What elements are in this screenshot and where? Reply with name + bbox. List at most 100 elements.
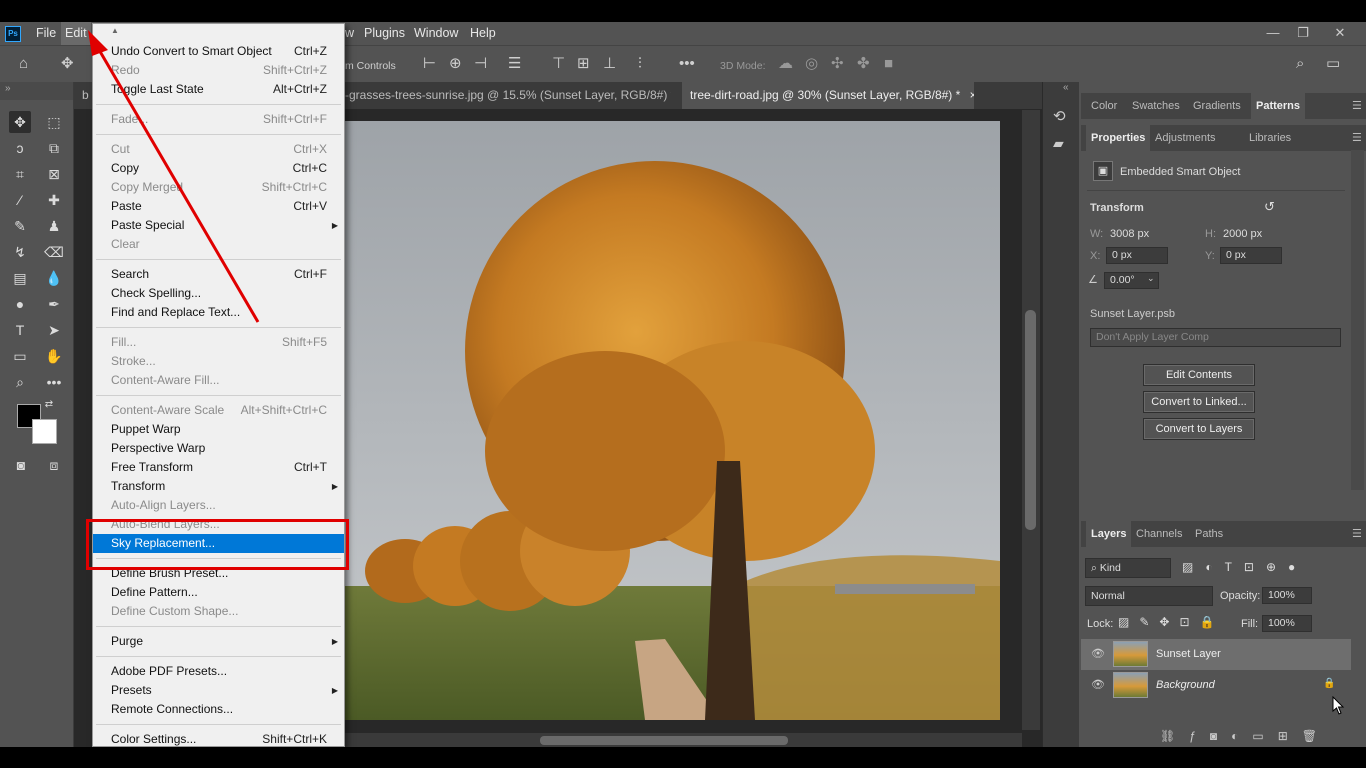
tab-document-3[interactable]: tree-dirt-road.jpg @ 30% (Sunset Layer, … [682, 82, 974, 109]
reset-transform-icon[interactable]: ↺ [1264, 199, 1275, 215]
lasso-tool-icon[interactable]: ↄ [9, 137, 31, 159]
menu-help[interactable]: Help [466, 22, 500, 45]
menu-file[interactable]: File [32, 22, 60, 45]
distribute-v-icon[interactable]: ⫶ [638, 55, 642, 73]
more-tools-icon[interactable]: ••• [43, 371, 65, 393]
photoshop-logo-icon[interactable]: Ps [5, 26, 21, 42]
menu-item-presets[interactable]: Presets ▶ [93, 681, 344, 700]
menu-item-copy[interactable]: Copy Ctrl+C [93, 159, 344, 178]
tab-paths[interactable]: Paths [1190, 521, 1228, 547]
menu-item-transform[interactable]: Transform ▶ [93, 477, 344, 496]
menu-item-copy-merged[interactable]: Copy Merged Shift+Ctrl+C [93, 178, 344, 197]
menu-item-cut[interactable]: Cut Ctrl+X [93, 140, 344, 159]
properties-scrollbar[interactable] [1351, 150, 1364, 490]
restore-icon[interactable]: ❐ [1288, 22, 1318, 45]
vertical-scroll-thumb[interactable] [1025, 310, 1036, 530]
menu-item-stroke[interactable]: Stroke... [93, 352, 344, 371]
path-select-tool-icon[interactable]: ➤ [43, 319, 65, 341]
clone-stamp-tool-icon[interactable]: ♟ [43, 215, 65, 237]
tab-properties[interactable]: Properties [1086, 125, 1151, 151]
move-tool-icon[interactable]: ✥ [61, 55, 74, 73]
menu-item-remote-connections[interactable]: Remote Connections... [93, 700, 344, 719]
minimize-icon[interactable]: — [1258, 22, 1288, 45]
menu-item-fade[interactable]: Fade... Shift+Ctrl+F [93, 110, 344, 129]
collapse-panels-icon[interactable]: « [1063, 82, 1069, 93]
x-input[interactable]: 0 px [1106, 247, 1168, 264]
type-tool-icon[interactable]: T [9, 319, 31, 341]
layer-row-sunset[interactable]: 👁 Sunset Layer [1081, 639, 1351, 670]
quick-mask-icon[interactable]: ◙ [10, 454, 32, 476]
search-icon[interactable]: ⌕ [1296, 55, 1304, 73]
tab-channels[interactable]: Channels [1131, 521, 1187, 547]
menu-item-puppet-warp[interactable]: Puppet Warp [93, 420, 344, 439]
menu-item-color-settings[interactable]: Color Settings... Shift+Ctrl+K [93, 730, 344, 746]
comments-icon[interactable]: ▰ [1053, 135, 1064, 152]
menu-item-toggle-last-state[interactable]: Toggle Last State Alt+Ctrl+Z [93, 80, 344, 99]
visibility-eye-icon[interactable]: 👁 [1091, 647, 1105, 660]
menu-edit[interactable]: Edit [61, 22, 91, 45]
pen-tool-icon[interactable]: ✒ [43, 293, 65, 315]
chevron-down-icon[interactable]: ⌄ [1147, 273, 1155, 284]
more-options-icon[interactable]: ••• [679, 55, 695, 73]
crop-tool-icon[interactable]: ⌗ [9, 163, 31, 185]
collapse-toolbar-icon[interactable]: » [5, 83, 11, 94]
menu-item-fill[interactable]: Fill... Shift+F5 [93, 333, 344, 352]
canvas-image-tree-dirt-road[interactable] [345, 121, 1000, 720]
convert-to-layers-button[interactable]: Convert to Layers [1143, 418, 1255, 440]
align-hcenter-icon[interactable]: ⊕ [449, 55, 462, 73]
align-left-icon[interactable]: ⊢ [423, 55, 436, 73]
layer-row-background[interactable]: 👁 Background 🔒 [1081, 670, 1351, 701]
menu-item-clear[interactable]: Clear [93, 235, 344, 254]
gradient-tool-icon[interactable]: ▤ [9, 267, 31, 289]
scroll-up-arrow-icon[interactable]: ▲ [111, 26, 119, 35]
panel-menu-icon[interactable]: ☰ [1347, 521, 1366, 547]
tab-libraries[interactable]: Libraries [1244, 125, 1296, 151]
align-bottom-icon[interactable]: ⊥ [603, 55, 616, 73]
eyedropper-tool-icon[interactable]: ⁄ [9, 189, 31, 211]
lock-options-icons[interactable]: ▨✎✥⊡🔒 [1118, 615, 1224, 629]
convert-to-linked-button[interactable]: Convert to Linked... [1143, 391, 1255, 413]
move-tool-icon[interactable]: ✥ [9, 111, 31, 133]
layer-comp-select[interactable]: Don't Apply Layer Comp [1090, 328, 1341, 347]
menu-item-paste-special[interactable]: Paste Special ▶ [93, 216, 344, 235]
panel-menu-icon[interactable]: ☰ [1347, 93, 1366, 119]
fill-input[interactable]: 100% [1262, 615, 1312, 632]
horizontal-scroll-thumb[interactable] [540, 736, 788, 745]
tab-layers[interactable]: Layers [1086, 521, 1132, 547]
show-transform-controls-label[interactable]: m Controls [345, 57, 396, 75]
home-icon[interactable]: ⌂ [19, 55, 28, 73]
tab-close-icon[interactable]: × [970, 88, 974, 102]
zoom-tool-icon[interactable]: ⌕ [9, 371, 31, 393]
menu-item-define-pattern[interactable]: Define Pattern... [93, 583, 344, 602]
hand-tool-icon[interactable]: ✋ [43, 345, 65, 367]
background-color-swatch[interactable] [32, 419, 57, 444]
swap-colors-icon[interactable]: ⇄ [42, 398, 56, 412]
menu-item-search[interactable]: Search Ctrl+F [93, 265, 344, 284]
menu-item-undo-convert-to-smart-object[interactable]: Undo Convert to Smart Object Ctrl+Z [93, 42, 344, 61]
menu-item-paste[interactable]: Paste Ctrl+V [93, 197, 344, 216]
menu-item-check-spelling[interactable]: Check Spelling... [93, 284, 344, 303]
object-select-tool-icon[interactable]: ⧉ [43, 137, 65, 159]
marquee-tool-icon[interactable]: ⬚ [43, 111, 65, 133]
menu-item-redo[interactable]: Redo Shift+Ctrl+Z [93, 61, 344, 80]
tab-swatches[interactable]: Swatches [1127, 93, 1185, 119]
menu-item-define-custom-shape[interactable]: Define Custom Shape... [93, 602, 344, 621]
menu-item-auto-align-layers[interactable]: Auto-Align Layers... [93, 496, 344, 515]
tab-patterns[interactable]: Patterns [1251, 93, 1306, 119]
menu-window[interactable]: Window [410, 22, 462, 45]
close-icon[interactable]: ✕ [1325, 22, 1355, 45]
screen-mode-icon[interactable]: ⧈ [43, 454, 65, 476]
history-brush-tool-icon[interactable]: ↯ [9, 241, 31, 263]
y-input[interactable]: 0 px [1220, 247, 1282, 264]
menu-item-content-aware-scale[interactable]: Content-Aware Scale Alt+Shift+Ctrl+C [93, 401, 344, 420]
menu-plugins[interactable]: Plugins [360, 22, 409, 45]
edit-contents-button[interactable]: Edit Contents [1143, 364, 1255, 386]
tab-adjustments[interactable]: Adjustments [1150, 125, 1221, 151]
align-top-icon[interactable]: ⊤ [552, 55, 565, 73]
menu-item-purge[interactable]: Purge ▶ [93, 632, 344, 651]
layers-footer-icons[interactable]: ⛓ƒ◙◐▭⊞🗑 [1160, 729, 1331, 743]
align-right-icon[interactable]: ⊣ [474, 55, 487, 73]
dodge-tool-icon[interactable]: ● [9, 293, 31, 315]
opacity-input[interactable]: 100% [1262, 587, 1312, 604]
workspace-icon[interactable]: ▭ [1326, 55, 1340, 73]
